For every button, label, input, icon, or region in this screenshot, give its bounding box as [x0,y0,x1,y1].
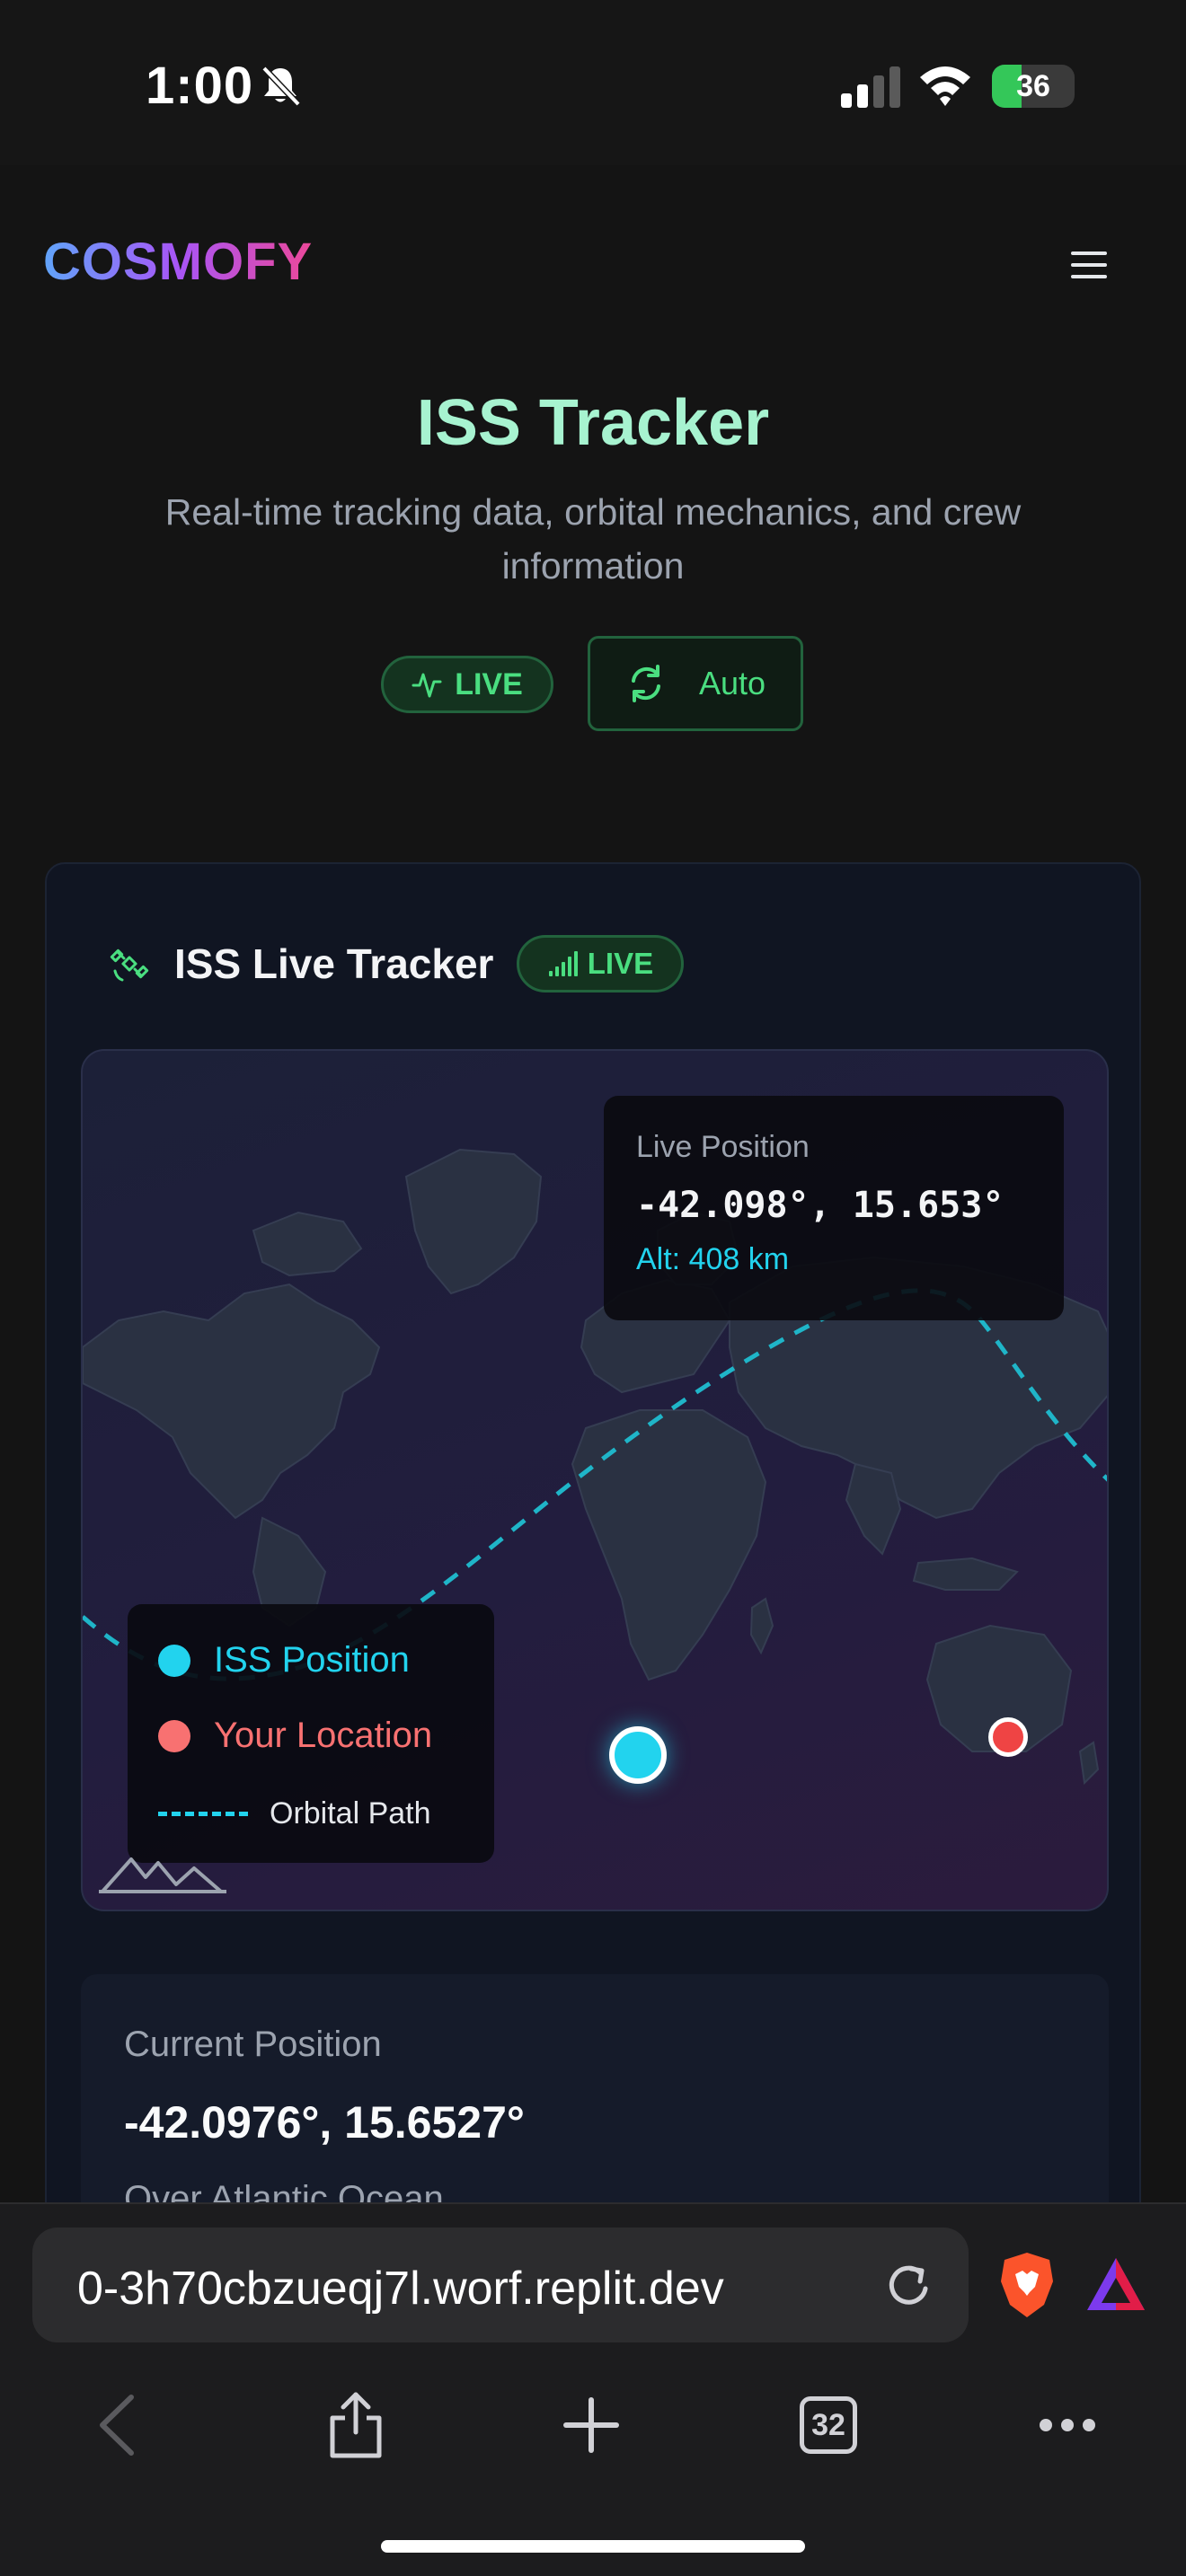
back-button[interactable] [72,2380,162,2470]
live-position-coords: -42.098°, 15.653° [636,1185,1005,1226]
share-button[interactable] [311,2380,401,2470]
url-text[interactable]: 0-3h70cbzueqj7l.worf.replit.dev [77,2262,868,2316]
hamburger-menu-icon[interactable] [1071,250,1107,280]
plus-icon [563,2397,619,2453]
legend-item-your-location: Your Location [158,1716,432,1756]
more-button[interactable] [1022,2380,1112,2470]
map-attribution-icon [99,1857,226,1893]
greenland-shape [404,1148,543,1295]
current-position-coords: -42.0976°, 15.6527° [124,2097,525,2148]
satellite-icon [110,948,149,982]
brave-rewards-icon[interactable] [1085,2254,1146,2314]
browser-nav-row: 32 [0,2380,1186,2470]
dashed-line-icon [158,1812,248,1816]
iss-position-marker[interactable] [609,1726,667,1784]
activity-icon [412,673,442,698]
site-logo[interactable]: COSMOFY [43,232,313,292]
legend-path-label: Orbital Path [270,1796,431,1831]
your-location-marker[interactable] [988,1717,1028,1757]
chevron-left-icon [100,2395,134,2456]
madagascar-shape [749,1597,774,1655]
status-bar: 1:00 36 [0,0,1186,165]
auto-refresh-button[interactable]: Auto [588,636,803,731]
live-badge-label: LIVE [455,666,523,701]
battery-percent: 36 [1016,68,1050,103]
arctic-islands-shape [252,1211,363,1277]
location-dot-icon [158,1719,190,1752]
legend-item-orbital-path: Orbital Path [158,1796,431,1831]
browser-toolbar: 0-3h70cbzueqj7l.worf.replit.dev 32 [0,2202,1186,2576]
tracker-card-title: ISS Live Tracker [174,940,494,987]
north-america-shape [83,1283,381,1520]
tabs-button[interactable]: 32 [783,2380,873,2470]
world-map[interactable]: Live Position -42.098°, 15.653° Alt: 408… [81,1049,1109,1911]
iss-dot-icon [158,1644,190,1677]
brave-shield-icon[interactable] [997,2251,1057,2319]
live-position-label: Live Position [636,1130,810,1164]
tracker-live-label: LIVE [587,947,654,980]
signal-bars-icon [548,951,578,976]
current-position-label: Current Position [124,2025,382,2064]
iss-tracker-card: ISS Live Tracker LIVE Live Position -42.… [45,862,1141,2263]
live-status-badge: LIVE [381,656,553,713]
live-position-altitude: Alt: 408 km [636,1242,790,1276]
live-position-panel: Live Position -42.098°, 15.653° Alt: 408… [604,1096,1064,1320]
india-shape [845,1462,902,1556]
africa-shape [571,1409,767,1681]
reload-icon[interactable] [881,2256,938,2314]
wifi-icon [920,66,970,106]
legend-you-label: Your Location [214,1716,433,1755]
home-indicator [381,2540,805,2553]
page-title: ISS Tracker [416,387,770,459]
auto-button-label: Auto [698,665,766,701]
more-dots-icon [1040,2419,1095,2431]
refresh-icon [631,665,660,702]
battery-indicator: 36 [992,65,1075,108]
indonesia-shape [912,1557,1019,1591]
bell-slash-icon [261,66,301,107]
tabs-count: 32 [800,2396,857,2454]
legend-iss-label: ISS Position [214,1640,410,1680]
new-zealand-shape [1078,1741,1100,1786]
cellular-signal-icon [841,66,900,108]
legend-item-iss: ISS Position [158,1640,410,1681]
tracker-card-header: ISS Live Tracker LIVE [110,932,685,995]
map-legend: ISS Position Your Location Orbital Path [128,1604,494,1863]
new-tab-button[interactable] [546,2380,636,2470]
page-subtitle: Real-time tracking data, orbital mechani… [164,491,1022,587]
share-icon [330,2392,382,2458]
status-time: 1:00 [146,57,254,115]
address-bar[interactable]: 0-3h70cbzueqj7l.worf.replit.dev [32,2228,969,2342]
tracker-live-badge: LIVE [517,935,685,992]
